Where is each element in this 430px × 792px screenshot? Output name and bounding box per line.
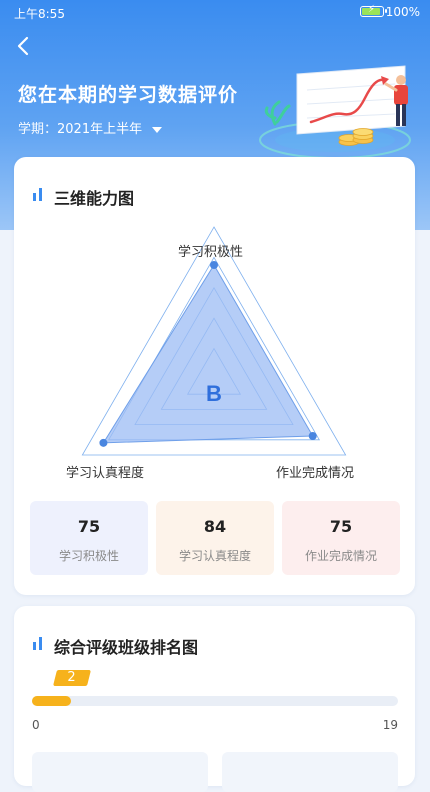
rank-value: 2 [67,670,76,685]
rank-max-label: 19 [382,718,398,732]
stat-label: 学习认真程度 [178,549,251,563]
rank-card-title: 综合评级班级排名图 [54,638,199,657]
stat-card: 75 学习积极性 [30,501,148,575]
rank-track [32,696,398,706]
grade-letter: B [206,381,222,406]
rank-min-label: 0 [32,718,40,732]
radar-score-area [102,264,314,444]
caret-down-icon [152,126,163,133]
page-title: 您在本期的学习数据评价 [18,84,239,106]
stat-card: 84 学习认真程度 [156,501,274,575]
radar-point [308,432,317,440]
back-arrow-icon [17,36,29,56]
ability-stats: 75 学习积极性 84 学习认真程度 75 作业完成情况 [30,501,400,575]
axis-label-top: 学习积极性 [178,245,244,260]
rank-marker: 2 [52,670,91,690]
term-selector[interactable]: 学期：2021年上半年 [18,118,163,137]
battery-icon: ⚡ [360,4,387,17]
status-time: 上午8:55 [14,7,65,21]
rank-card: 综合评级班级排名图 2 0 19 [14,606,415,792]
axis-label-left: 学习认真程度 [66,466,145,481]
radar-point [99,438,108,447]
term-label: 学期： [18,122,58,137]
term-value: 2021年上半年 [57,122,143,137]
status-bar: 上午8:55 ⚡ 100% [0,0,430,26]
rank-detail-box [32,752,208,792]
stat-value: 75 [329,517,353,536]
back-button[interactable] [10,32,38,60]
battery-percent: 100% [385,5,420,19]
stat-label: 作业完成情况 [304,549,377,563]
stat-label: 学习积极性 [58,549,119,563]
growth-chart-illustration [259,65,411,159]
ability-card: 三维能力图 B 学习积极性 作业完成情况 学习认真程度 75 学习积极性 84 … [14,157,415,595]
stat-card: 75 作业完成情况 [282,501,400,575]
radar-point [210,261,218,269]
stat-value: 84 [203,517,227,536]
rank-bar-chart: 2 0 19 [32,662,398,752]
axis-label-right: 作业完成情况 [276,466,355,481]
stat-value: 75 [77,517,101,536]
bar-chart-icon [33,637,42,650]
rank-fill [32,696,71,706]
radar-chart: B [81,226,347,456]
rank-detail-box [222,752,398,792]
